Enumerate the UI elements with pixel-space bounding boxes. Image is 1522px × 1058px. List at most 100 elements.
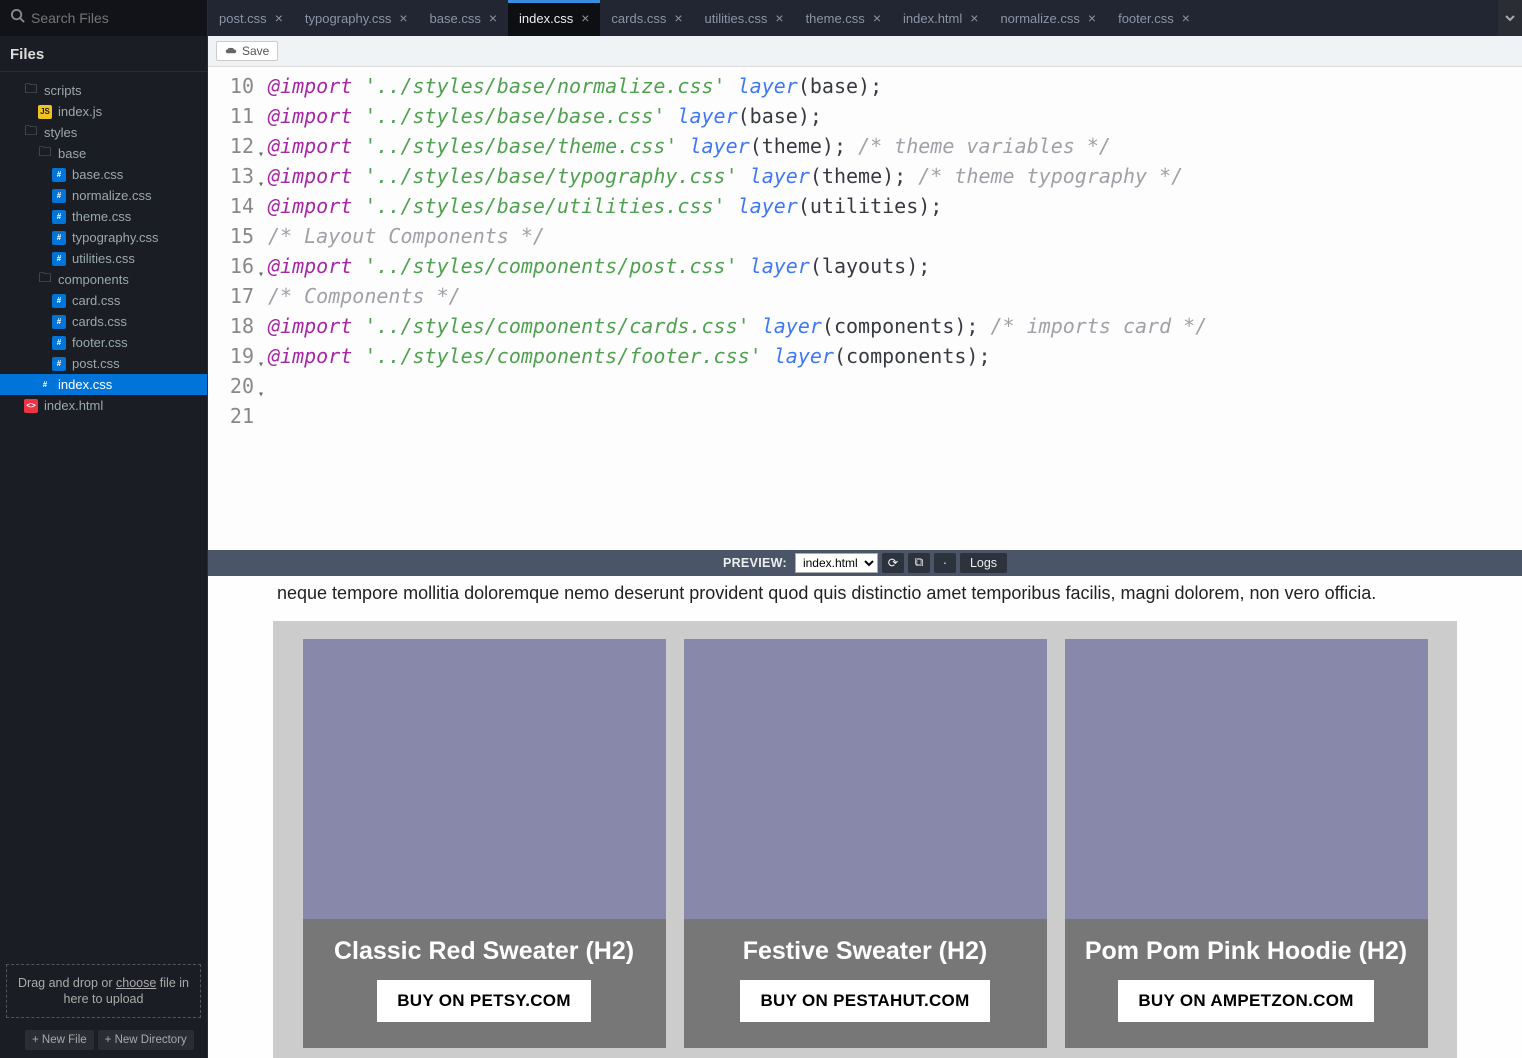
file-item[interactable]: #post.css (0, 353, 207, 374)
code-line: @import '../styles/components/footer.css… (268, 341, 1207, 371)
tree-item-label: theme.css (72, 209, 131, 224)
tab-label: footer.css (1118, 11, 1174, 26)
tree-item-label: components (58, 272, 129, 287)
code-editor[interactable]: 101112▾13▾141516▾171819▾20▾21 @import '.… (208, 67, 1522, 550)
code-line: @import '../styles/base/typography.css' … (268, 161, 1207, 191)
tab[interactable]: index.html × (892, 0, 989, 36)
css-file-icon: # (52, 168, 66, 182)
tab-label: base.css (430, 11, 481, 26)
card-image (1065, 639, 1428, 919)
css-file-icon: # (38, 378, 52, 392)
close-icon[interactable]: × (775, 10, 783, 26)
folder-item[interactable]: 🗀 components (0, 269, 207, 290)
close-icon[interactable]: × (970, 10, 978, 26)
search-input[interactable] (31, 10, 197, 26)
fold-arrow-icon[interactable]: ▾ (258, 350, 264, 380)
file-item[interactable]: # base.css (0, 164, 207, 185)
file-item[interactable]: # theme.css (0, 206, 207, 227)
tab[interactable]: cards.css × (600, 0, 693, 36)
close-icon[interactable]: × (873, 10, 881, 26)
close-icon[interactable]: × (1088, 10, 1096, 26)
dropzone-text-pre: Drag and drop or (18, 976, 116, 990)
folder-icon: 🗀 (38, 273, 52, 287)
tab[interactable]: utilities.css× (694, 0, 795, 36)
file-item[interactable]: #normalize.css (0, 185, 207, 206)
buy-button[interactable]: BUY ON PESTAHUT.COM (740, 980, 989, 1022)
code-line: /* Components */ (268, 281, 1207, 311)
file-item[interactable]: #utilities.css (0, 248, 207, 269)
file-item[interactable]: JSindex.js (0, 101, 207, 122)
line-number: 21 (208, 401, 254, 431)
code-line: @import '../styles/base/normalize.css' l… (268, 71, 1207, 101)
tree-item-label: scripts (44, 83, 82, 98)
line-number: 15 (208, 221, 254, 251)
tree-item-label: normalize.css (72, 188, 151, 203)
logs-button[interactable]: Logs (960, 553, 1007, 573)
buy-button[interactable]: BUY ON PETSY.COM (377, 980, 591, 1022)
new-file-button[interactable]: + New File (25, 1030, 94, 1050)
fold-arrow-icon[interactable]: ▾ (258, 380, 264, 410)
tab[interactable]: index.css × (508, 0, 600, 36)
search-box (0, 0, 207, 36)
choose-file-link[interactable]: choose (116, 976, 156, 990)
tab[interactable]: typography.css× (294, 0, 419, 36)
file-item[interactable]: #cards.css (0, 311, 207, 332)
line-number: 14 (208, 191, 254, 221)
close-icon[interactable]: × (1182, 10, 1190, 26)
file-item[interactable]: <>index.html (0, 395, 207, 416)
tree-item-label: post.css (72, 356, 120, 371)
folder-item[interactable]: 🗀 scripts (0, 80, 207, 101)
card-title: Classic Red Sweater (H2) (303, 919, 666, 980)
code-line: @import '../styles/base/utilities.css' l… (268, 191, 1207, 221)
tab[interactable]: normalize.css× (989, 0, 1107, 36)
refresh-icon[interactable]: ⟳ (882, 553, 904, 573)
css-file-icon: # (52, 231, 66, 245)
fold-arrow-icon[interactable]: ▾ (258, 260, 264, 290)
tab[interactable]: base.css × (419, 0, 509, 36)
open-external-icon[interactable]: ⧉ (908, 553, 930, 573)
save-bar: Save (208, 36, 1522, 67)
tab[interactable]: theme.css× (795, 0, 892, 36)
css-file-icon: # (52, 210, 66, 224)
new-directory-button[interactable]: + New Directory (98, 1030, 194, 1050)
card-image (684, 639, 1047, 919)
close-icon[interactable]: × (275, 10, 283, 26)
tab-label: index.html (903, 11, 962, 26)
close-icon[interactable]: × (581, 10, 589, 26)
fold-arrow-icon[interactable]: ▾ (258, 140, 264, 170)
preview-paragraph-1: neque tempore mollitia doloremque nemo d… (273, 576, 1457, 621)
product-card: Festive Sweater (H2)BUY ON PESTAHUT.COM (684, 639, 1047, 1048)
close-icon[interactable]: × (674, 10, 682, 26)
line-number: 12▾ (208, 131, 254, 161)
close-icon[interactable]: × (399, 10, 407, 26)
line-number: 10 (208, 71, 254, 101)
fold-arrow-icon[interactable]: ▾ (258, 170, 264, 200)
card-title: Pom Pom Pink Hoodie (H2) (1065, 919, 1428, 980)
folder-item[interactable]: 🗀base (0, 143, 207, 164)
tree-item-label: base.css (72, 167, 123, 182)
drop-zone[interactable]: Drag and drop or choose file in here to … (6, 964, 201, 1019)
file-item[interactable]: #card.css (0, 290, 207, 311)
tabs-overflow-icon[interactable] (1498, 0, 1522, 36)
files-header: Files (0, 36, 207, 72)
file-item[interactable]: #typography.css (0, 227, 207, 248)
tab[interactable]: footer.css × (1107, 0, 1201, 36)
tab[interactable]: post.css× (208, 0, 294, 36)
status-dot-icon: · (934, 553, 956, 573)
folder-icon: 🗀 (24, 84, 38, 98)
save-button[interactable]: Save (216, 41, 278, 61)
css-file-icon: # (52, 315, 66, 329)
folder-item[interactable]: 🗀styles (0, 122, 207, 143)
preview-pane[interactable]: neque tempore mollitia doloremque nemo d… (208, 576, 1522, 1058)
code-area[interactable]: @import '../styles/base/normalize.css' l… (260, 67, 1215, 550)
code-line: @import '../styles/components/cards.css'… (268, 311, 1207, 341)
buy-button[interactable]: BUY ON AMPETZON.COM (1118, 980, 1373, 1022)
file-item[interactable]: #index.css (0, 374, 207, 395)
close-icon[interactable]: × (489, 10, 497, 26)
file-item[interactable]: #footer.css (0, 332, 207, 353)
line-number: 19▾ (208, 341, 254, 371)
preview-file-select[interactable]: index.html (795, 553, 878, 573)
tree-item-label: utilities.css (72, 251, 135, 266)
tab-label: index.css (519, 11, 573, 26)
tab-label: cards.css (611, 11, 666, 26)
